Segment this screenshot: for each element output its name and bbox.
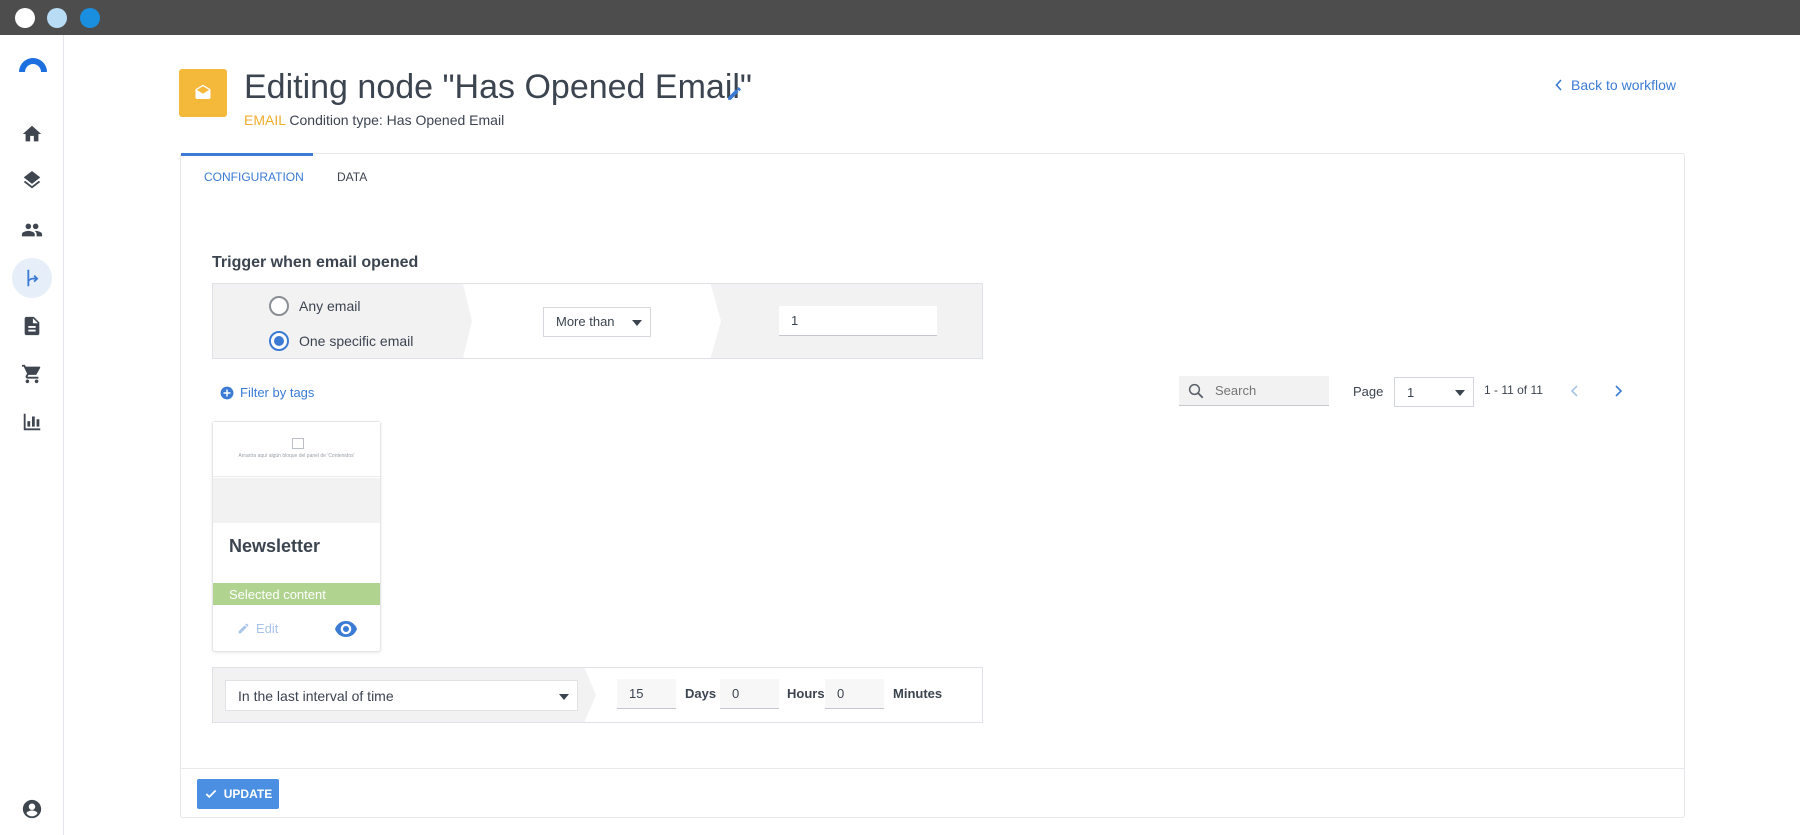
search-icon [1188,383,1204,398]
app-logo-icon[interactable] [17,52,49,74]
window-titlebar [0,0,1800,35]
envelope-open-icon [195,84,211,99]
page-value: 1 [1407,385,1415,400]
interval-mode-select[interactable]: In the last interval of time [225,680,578,711]
document-icon [24,316,40,336]
chevron-left-icon [1570,385,1578,397]
selected-status-bar: Selected content [213,583,380,605]
bar-chart-icon [23,413,41,431]
email-name: Newsletter [229,536,321,556]
preview-email-button[interactable] [334,620,358,643]
search-field[interactable] [1179,376,1329,406]
radio-label: Any email [299,298,361,314]
layers-icon [23,171,41,189]
prev-page-button[interactable] [1568,384,1582,398]
minutes-input[interactable] [825,679,884,709]
workflow-icon [27,269,39,287]
search-input[interactable] [1215,383,1315,398]
sidebar-item-documents[interactable] [12,306,52,346]
channel-tag: EMAIL [244,112,286,128]
sidebar [0,35,64,835]
caret-down-icon [632,320,642,326]
sidebar-item-shop[interactable] [12,354,52,394]
sidebar-item-workflows[interactable] [12,258,52,298]
preview-placeholder [213,478,380,523]
node-config-card: CONFIGURATION DATA Trigger when email op… [180,153,1685,818]
radio-button[interactable] [269,296,289,316]
pencil-icon [238,623,249,634]
sidebar-item-home[interactable] [12,114,52,154]
edit-email-button[interactable]: Edit [237,621,278,636]
card-actions: Edit [213,610,380,650]
drop-block-icon [292,438,304,449]
days-input[interactable] [617,679,676,709]
node-subtitle: EMAIL Condition type: Has Opened Email [244,112,504,128]
preview-text: Arrastra aquí algún bloque del panel de … [238,453,355,459]
footer-divider [181,768,1684,769]
edit-title-icon[interactable] [726,85,743,102]
page-label: Page [1353,384,1384,399]
time-interval-box: In the last interval of time Days Hours … [212,667,983,723]
trigger-options-box: Any email One specific email More than [212,283,983,359]
condition-type-text: Condition type: Has Opened Email [289,112,505,128]
hours-input[interactable] [720,679,779,709]
sidebar-item-account[interactable] [12,789,52,829]
eye-icon [335,621,357,637]
sidebar-item-contacts[interactable] [12,210,52,250]
back-to-workflow-link[interactable]: Back to workflow [1555,77,1676,93]
edit-label: Edit [256,621,279,636]
filter-label: Filter by tags [240,385,315,400]
update-label: UPDATE [223,787,273,801]
chevron-right-icon [1615,385,1623,397]
email-preview-thumbnail: Arrastra aquí algún bloque del panel de … [213,422,380,477]
back-link-label: Back to workflow [1571,77,1677,93]
caret-down-icon [1455,390,1465,396]
check-icon [205,789,217,799]
maximize-window-button[interactable] [80,8,100,28]
days-label: Days [685,686,717,701]
cart-icon [21,364,41,384]
minutes-label: Minutes [893,686,943,701]
radio-any-email[interactable]: Any email [269,296,360,316]
filter-by-tags-link[interactable]: Filter by tags [220,385,314,400]
update-button[interactable]: UPDATE [197,779,279,809]
chevron-left-icon [1555,79,1562,91]
interval-mode-value: In the last interval of time [238,688,394,704]
caret-down-icon [559,694,569,700]
comparison-select[interactable]: More than [543,307,651,337]
active-tab-indicator [181,153,313,156]
tab-data[interactable]: DATA [337,170,367,184]
page-title: Editing node "Has Opened Email" [244,68,752,106]
email-content-card[interactable]: Arrastra aquí algún bloque del panel de … [212,421,381,652]
close-window-button[interactable] [15,8,35,28]
sidebar-item-reports[interactable] [12,402,52,442]
people-icon [21,223,43,237]
add-circle-icon [220,386,234,399]
hours-label: Hours [787,686,825,701]
page-range-text: 1 - 11 of 11 [1484,383,1543,397]
sidebar-item-layers[interactable] [12,162,52,202]
account-icon [22,799,42,819]
tab-bar: CONFIGURATION DATA [181,153,1684,198]
comparison-value: More than [556,314,615,329]
radio-button-checked[interactable] [269,331,289,351]
trigger-section-title: Trigger when email opened [212,254,419,271]
tab-configuration[interactable]: CONFIGURATION [204,170,304,184]
home-icon [22,125,42,142]
minimize-window-button[interactable] [47,8,67,28]
next-page-button[interactable] [1611,384,1625,398]
radio-label: One specific email [299,333,414,349]
page-select[interactable]: 1 [1394,377,1474,407]
email-node-icon [179,69,227,117]
open-count-input[interactable] [779,306,937,336]
radio-one-specific-email[interactable]: One specific email [269,331,413,351]
